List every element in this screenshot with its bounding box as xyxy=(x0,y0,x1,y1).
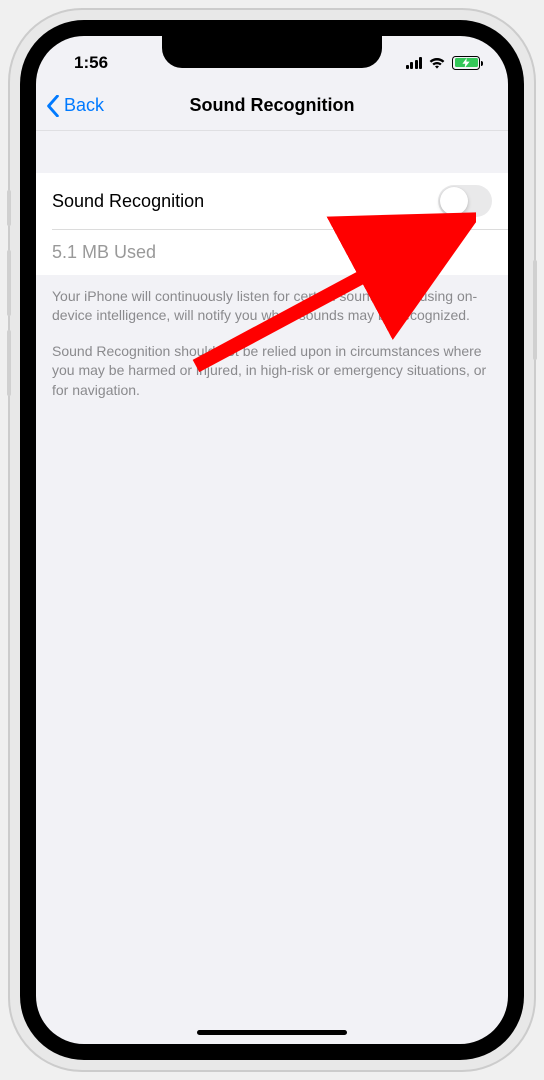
battery-icon xyxy=(452,56,480,70)
mute-switch xyxy=(7,190,11,226)
volume-down-button xyxy=(7,330,11,396)
home-indicator[interactable] xyxy=(197,1030,347,1035)
footer-paragraph-2: Sound Recognition should not be relied u… xyxy=(52,342,492,401)
cellular-signal-icon xyxy=(406,57,423,69)
volume-up-button xyxy=(7,250,11,316)
sound-recognition-toggle[interactable] xyxy=(438,185,492,217)
sound-recognition-row[interactable]: Sound Recognition xyxy=(36,173,508,229)
settings-group: Sound Recognition 5.1 MB Used xyxy=(36,173,508,275)
chevron-left-icon xyxy=(46,95,60,117)
footer-text: Your iPhone will continuously listen for… xyxy=(36,275,508,429)
navigation-bar: Back Sound Recognition xyxy=(36,81,508,131)
notch xyxy=(162,36,382,68)
content-area: Sound Recognition 5.1 MB Used Your iPhon… xyxy=(36,131,508,428)
phone-bezel: 1:56 xyxy=(20,20,524,1060)
back-button[interactable]: Back xyxy=(46,95,104,117)
toggle-knob xyxy=(440,187,468,215)
footer-paragraph-1: Your iPhone will continuously listen for… xyxy=(52,287,492,326)
back-label: Back xyxy=(64,95,104,116)
status-time: 1:56 xyxy=(74,53,108,73)
wifi-icon xyxy=(428,56,446,70)
power-button xyxy=(533,260,537,360)
toggle-label: Sound Recognition xyxy=(52,191,204,212)
status-icons xyxy=(406,56,481,70)
page-title: Sound Recognition xyxy=(36,95,508,116)
screen: 1:56 xyxy=(36,36,508,1044)
storage-used-row: 5.1 MB Used xyxy=(36,230,508,275)
phone-frame: 1:56 xyxy=(10,10,534,1070)
